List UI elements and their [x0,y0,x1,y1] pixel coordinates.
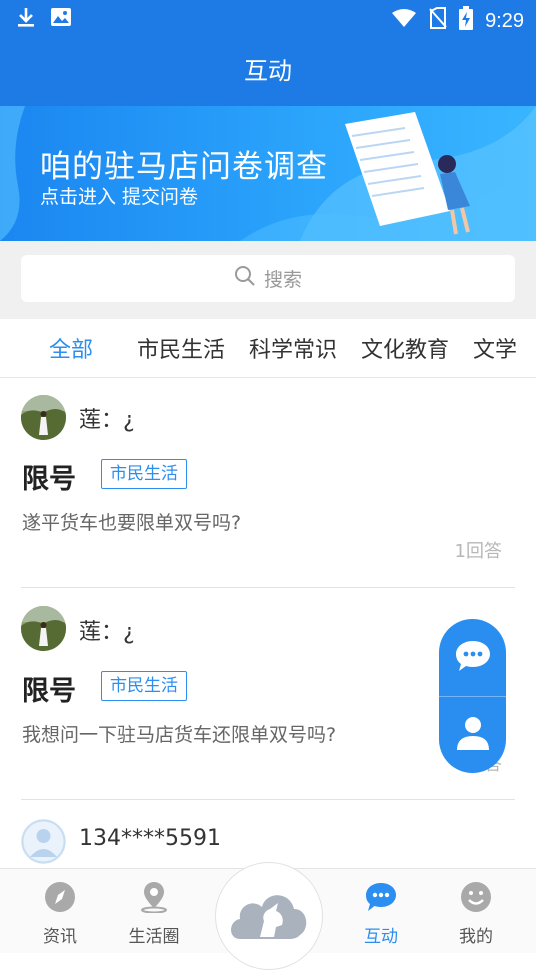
nav-label: 生活圈 [128,927,180,947]
survey-banner[interactable]: 咱的驻马店问卷调查 点击进入 提交问卷 [0,106,536,241]
avatar[interactable] [21,606,66,651]
post-body: 遂平货车也要限单双号吗? [22,512,242,534]
wifi-icon [391,8,417,34]
post-body: 我想问一下驻马店货车还限单双号吗? [22,724,337,746]
username: 莲：¿ [79,620,135,645]
app-header: 互动 [0,36,536,106]
post-title: 限号 [22,464,76,495]
compass-icon [44,882,76,918]
tab-literature[interactable]: 文学 [473,332,517,364]
chat-bubble-icon [364,883,398,918]
floating-action-group [439,619,506,773]
nav-news[interactable]: 资讯 [15,881,105,947]
image-icon [50,7,72,31]
category-tabs: 全部 市民生活 科学常识 文化教育 文学 [0,319,536,378]
search-area: 搜索 [0,241,536,319]
search-placeholder: 搜索 [263,269,302,291]
tab-culture-education[interactable]: 文化教育 [361,332,449,364]
answer-count: 1回答 [454,541,502,562]
nav-life-circle[interactable]: 生活圈 [109,881,199,947]
nav-mine[interactable]: 我的 [431,881,521,947]
status-time: 9:29 [485,9,524,32]
divider [21,799,515,800]
smiley-icon [460,882,492,918]
divider [21,587,515,588]
horse-cloud-logo-icon [226,877,312,951]
person-icon [456,715,490,755]
list-item[interactable]: 134****5591 [0,802,536,868]
avatar[interactable] [21,395,66,440]
status-bar: 9:29 [0,0,536,36]
username: 莲：¿ [79,408,135,433]
banner-subtitle: 点击进入 提交问卷 [40,186,199,208]
category-tag[interactable]: 市民生活 [101,459,187,489]
search-input[interactable]: 搜索 [21,255,515,302]
category-tag[interactable]: 市民生活 [101,671,187,701]
profile-button[interactable] [439,696,506,773]
list-item[interactable]: 莲：¿ 限号 市民生活 遂平货车也要限单双号吗? 1回答 [0,378,536,588]
page-title: 互动 [244,57,292,85]
nav-label: 互动 [364,927,398,947]
username: 134****5591 [79,826,221,851]
download-icon [16,6,36,32]
chat-button[interactable] [439,619,506,696]
avatar[interactable] [21,819,66,864]
post-title: 限号 [22,676,76,707]
no-sim-icon [429,7,447,35]
nav-interaction[interactable]: 互动 [336,881,426,947]
location-pin-icon [138,882,170,918]
tab-citizen-life[interactable]: 市民生活 [137,332,225,364]
tab-all[interactable]: 全部 [49,332,93,364]
center-home-button[interactable] [215,862,323,970]
battery-charging-icon [459,6,474,36]
nav-label: 资讯 [43,927,77,947]
search-icon [234,265,256,292]
tab-science[interactable]: 科学常识 [249,332,337,364]
chat-icon [454,639,492,677]
nav-label: 我的 [459,927,493,947]
banner-title: 咱的驻马店问卷调查 [40,149,328,185]
